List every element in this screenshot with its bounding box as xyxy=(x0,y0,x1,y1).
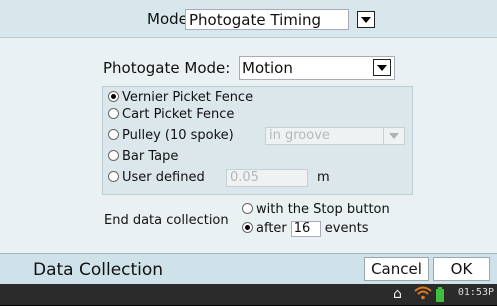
pulley-dropdown-button[interactable] xyxy=(383,128,404,144)
radio-icon[interactable] xyxy=(108,108,119,119)
radio-icon[interactable] xyxy=(108,150,119,161)
pulley-mode-select[interactable]: in groove xyxy=(265,127,405,145)
option-label: Vernier Picket Fence xyxy=(122,90,254,105)
screen: Mode: Photogate Timing Photogate Mode: M… xyxy=(0,0,497,305)
end-data-collection-label: End data collection xyxy=(104,213,229,228)
chevron-down-icon xyxy=(361,17,371,23)
mode-bar: Mode: Photogate Timing xyxy=(0,0,497,38)
ok-button[interactable]: OK xyxy=(433,257,490,281)
chevron-down-icon xyxy=(389,133,399,139)
radio-icon[interactable] xyxy=(108,129,119,140)
end-option-after-suffix: events xyxy=(324,221,369,236)
footer-title: Data Collection xyxy=(33,260,164,280)
radio-icon[interactable] xyxy=(242,203,253,214)
clock-time: 01:53P xyxy=(457,287,494,298)
radio-selected-icon[interactable] xyxy=(242,222,253,233)
photogate-mode-label: Photogate Mode: xyxy=(103,59,231,77)
footer-bar: Data Collection Cancel OK xyxy=(0,253,497,284)
end-option-after-prefix: after xyxy=(256,221,287,236)
option-cart-picket-fence[interactable]: Cart Picket Fence xyxy=(108,106,234,124)
option-user-defined[interactable]: User defined xyxy=(108,169,205,187)
battery-icon xyxy=(436,287,444,306)
events-count-input[interactable]: 16 xyxy=(290,221,321,237)
option-vernier-picket-fence[interactable]: Vernier Picket Fence xyxy=(108,89,253,107)
cancel-button[interactable]: Cancel xyxy=(364,257,429,281)
option-bar-tape[interactable]: Bar Tape xyxy=(108,148,178,166)
radio-selected-icon[interactable] xyxy=(108,91,119,102)
wifi-icon[interactable] xyxy=(414,286,432,304)
mode-select[interactable]: Photogate Timing xyxy=(185,9,349,30)
photogate-options-group: Vernier Picket Fence Cart Picket Fence P… xyxy=(102,86,413,195)
pulley-mode-value: in groove xyxy=(269,128,330,143)
end-option-after-events[interactable]: after 16 events xyxy=(242,221,369,237)
option-label: Bar Tape xyxy=(122,149,179,164)
user-defined-unit: m xyxy=(317,170,330,185)
option-label: Cart Picket Fence xyxy=(122,107,235,122)
mode-dropdown-button[interactable] xyxy=(357,11,375,28)
photogate-mode-dropdown-button[interactable] xyxy=(373,59,391,76)
option-label: User defined xyxy=(122,170,205,185)
option-pulley[interactable]: Pulley (10 spoke) xyxy=(108,127,234,145)
end-option-stop-label: with the Stop button xyxy=(256,202,390,217)
photogate-mode-select[interactable]: Motion xyxy=(239,56,395,80)
radio-icon[interactable] xyxy=(108,171,119,182)
end-option-stop-button[interactable]: with the Stop button xyxy=(242,202,390,218)
user-defined-input[interactable]: 0.05 xyxy=(226,169,308,187)
option-label: Pulley (10 spoke) xyxy=(122,128,234,143)
home-icon[interactable]: ⌂ xyxy=(393,286,402,302)
chevron-down-icon xyxy=(377,65,387,71)
status-bar: ⌂ 01:53P xyxy=(0,284,497,305)
